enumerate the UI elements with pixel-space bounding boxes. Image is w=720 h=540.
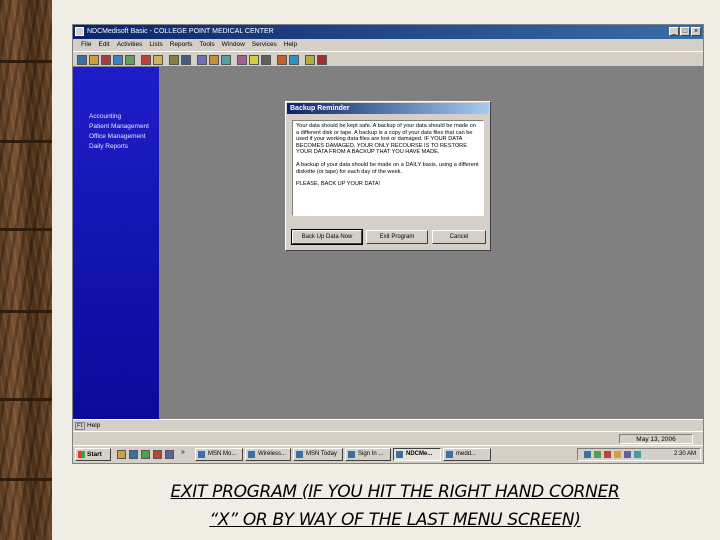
toolbar-icon[interactable] <box>89 55 99 65</box>
dialog-title: Backup Reminder <box>287 103 489 114</box>
quicklaunch-icon[interactable] <box>165 450 174 459</box>
wood-border <box>0 0 52 540</box>
toolbar-icon[interactable] <box>141 55 151 65</box>
start-button[interactable]: Start <box>75 448 111 461</box>
sidebar-item-patient-management[interactable]: Patient Management <box>89 123 149 130</box>
chevron-icon[interactable]: » <box>181 449 185 456</box>
menu-help[interactable]: Help <box>284 39 297 51</box>
app-icon <box>348 451 355 458</box>
taskbar-item[interactable]: Sign In ... <box>345 448 391 461</box>
clock[interactable]: 2:30 AM <box>674 451 696 457</box>
toolbar-icon[interactable] <box>77 55 87 65</box>
windows-logo-icon <box>78 451 85 458</box>
dialog-paragraph-2: A backup of your data should be made on … <box>296 161 479 175</box>
app-icon <box>75 27 84 36</box>
taskbar-item[interactable]: medd... <box>443 448 491 461</box>
menu-window[interactable]: Window <box>222 39 245 51</box>
status-date: May 13, 2006 <box>619 434 693 444</box>
toolbar-icon[interactable] <box>113 55 123 65</box>
quicklaunch-icon[interactable] <box>129 450 138 459</box>
maximize-button[interactable]: □ <box>680 27 690 36</box>
toolbar-icon[interactable] <box>237 55 247 65</box>
tray-icon[interactable] <box>584 451 591 458</box>
help-key: F1 <box>75 422 85 430</box>
tray-icon[interactable] <box>624 451 631 458</box>
status-bar: F1 Help <box>73 419 703 431</box>
dialog-message: Your data should be kept safe. A backup … <box>292 120 484 216</box>
caption-line-2: “X” OR BY WAY OF THE LAST MENU SCREEN) <box>209 510 581 530</box>
dialog-paragraph-3: PLEASE, BACK UP YOUR DATA! <box>296 181 381 188</box>
tray-icon[interactable] <box>614 451 621 458</box>
taskbar-item-active[interactable]: NDCMe... <box>393 448 441 461</box>
cancel-button[interactable]: Cancel <box>432 230 486 244</box>
menu-services[interactable]: Services <box>252 39 277 51</box>
toolbar <box>73 51 703 67</box>
toolbar-icon[interactable] <box>249 55 259 65</box>
window-title: NDCMedisoft Basic - COLLEGE POINT MEDICA… <box>87 28 274 35</box>
toolbar-icon[interactable] <box>305 55 315 65</box>
tray-icon[interactable] <box>634 451 641 458</box>
app-icon <box>396 451 403 458</box>
tray-icon[interactable] <box>594 451 601 458</box>
taskbar: Start » MSN Mo... Wireless... MSN Today … <box>73 445 703 463</box>
toolbar-icon[interactable] <box>153 55 163 65</box>
menu-activities[interactable]: Activities <box>117 39 143 51</box>
system-tray: 2:30 AM <box>577 448 701 461</box>
app-icon <box>248 451 255 458</box>
menu-edit[interactable]: Edit <box>98 39 109 51</box>
app-screenshot: NDCMedisoft Basic - COLLEGE POINT MEDICA… <box>72 24 704 464</box>
quicklaunch-icon[interactable] <box>117 450 126 459</box>
status-bar-info: May 13, 2006 <box>73 431 703 445</box>
menu-lists[interactable]: Lists <box>149 39 162 51</box>
toolbar-icon[interactable] <box>197 55 207 65</box>
slide-caption: EXIT PROGRAM (IF YOU HIT THE RIGHT HAND … <box>100 478 690 534</box>
exit-program-button[interactable]: Exit Program <box>366 230 428 244</box>
toolbar-icon[interactable] <box>317 55 327 65</box>
menu-file[interactable]: File <box>81 39 91 51</box>
quicklaunch-icon[interactable] <box>141 450 150 459</box>
toolbar-icon[interactable] <box>289 55 299 65</box>
tray-icon[interactable] <box>604 451 611 458</box>
toolbar-icon[interactable] <box>277 55 287 65</box>
toolbar-icon[interactable] <box>209 55 219 65</box>
app-icon <box>296 451 303 458</box>
sidebar: Accounting Patient Management Office Man… <box>73 67 159 419</box>
app-icon <box>446 451 453 458</box>
menu-reports[interactable]: Reports <box>170 39 193 51</box>
minimize-button[interactable]: _ <box>669 27 679 36</box>
toolbar-icon[interactable] <box>261 55 271 65</box>
sidebar-item-daily-reports[interactable]: Daily Reports <box>89 143 128 150</box>
toolbar-icon[interactable] <box>169 55 179 65</box>
quicklaunch-icon[interactable] <box>153 450 162 459</box>
backup-reminder-dialog: Backup Reminder Your data should be kept… <box>285 101 491 251</box>
help-label[interactable]: Help <box>87 422 100 429</box>
toolbar-icon[interactable] <box>221 55 231 65</box>
sidebar-item-office-management[interactable]: Office Management <box>89 133 146 140</box>
menu-tools[interactable]: Tools <box>199 39 214 51</box>
caption-line-1: EXIT PROGRAM (IF YOU HIT THE RIGHT HAND … <box>170 482 620 502</box>
sidebar-item-accounting[interactable]: Accounting <box>89 113 121 120</box>
taskbar-item[interactable]: MSN Mo... <box>195 448 243 461</box>
toolbar-icon[interactable] <box>101 55 111 65</box>
taskbar-item[interactable]: Wireless... <box>245 448 291 461</box>
app-icon <box>198 451 205 458</box>
dialog-paragraph-1: Your data should be kept safe. A backup … <box>296 123 476 156</box>
taskbar-item[interactable]: MSN Today <box>293 448 343 461</box>
menu-bar: File Edit Activities Lists Reports Tools… <box>73 39 703 51</box>
back-up-data-now-button[interactable]: Back Up Data Now <box>291 229 363 245</box>
toolbar-icon[interactable] <box>181 55 191 65</box>
window-titlebar: NDCMedisoft Basic - COLLEGE POINT MEDICA… <box>73 25 703 39</box>
toolbar-icon[interactable] <box>125 55 135 65</box>
close-button[interactable]: × <box>691 27 701 36</box>
